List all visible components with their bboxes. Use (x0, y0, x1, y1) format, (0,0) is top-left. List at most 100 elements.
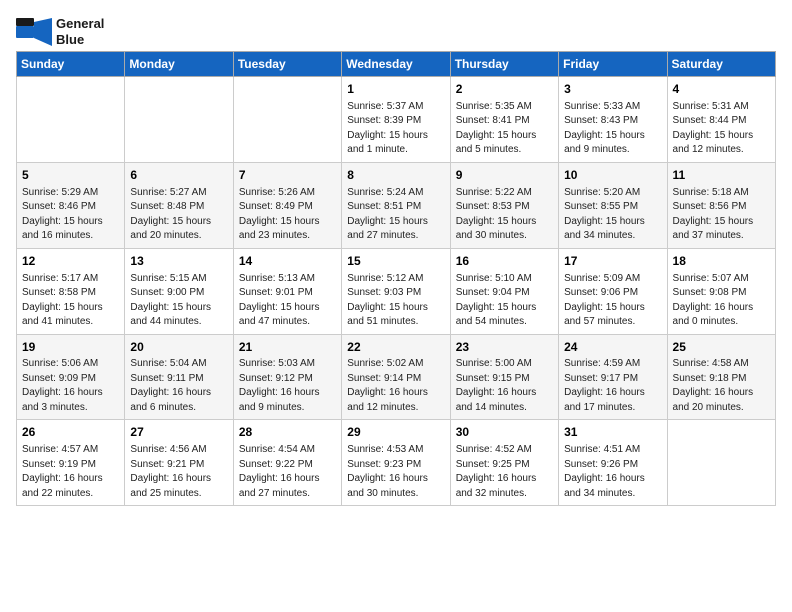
day-number: 23 (456, 339, 553, 356)
day-info: Sunrise: 5:17 AM Sunset: 8:58 PM Dayligh… (22, 272, 119, 330)
day-info: Sunrise: 4:52 AM Sunset: 9:25 PM Dayligh… (456, 443, 553, 501)
day-info: Sunrise: 5:07 AM Sunset: 9:08 PM Dayligh… (673, 272, 770, 330)
day-info: Sunrise: 5:04 AM Sunset: 9:11 PM Dayligh… (130, 357, 227, 415)
day-info: Sunrise: 5:26 AM Sunset: 8:49 PM Dayligh… (239, 186, 336, 244)
day-number: 9 (456, 167, 553, 184)
empty-cell (667, 420, 775, 506)
day-info: Sunrise: 4:56 AM Sunset: 9:21 PM Dayligh… (130, 443, 227, 501)
day-info: Sunrise: 5:29 AM Sunset: 8:46 PM Dayligh… (22, 186, 119, 244)
day-number: 16 (456, 253, 553, 270)
calendar-table: SundayMondayTuesdayWednesdayThursdayFrid… (16, 51, 776, 506)
week-row-4: 19Sunrise: 5:06 AM Sunset: 9:09 PM Dayli… (17, 334, 776, 420)
day-cell-26: 26Sunrise: 4:57 AM Sunset: 9:19 PM Dayli… (17, 420, 125, 506)
day-cell-13: 13 Sunrise: 5:15 AM Sunset: 9:00 PM Dayli… (125, 248, 233, 334)
day-number: 10 (564, 167, 661, 184)
day-info: Sunrise: 4:51 AM Sunset: 9:26 PM Dayligh… (564, 443, 661, 501)
day-cell-5: 5 Sunrise: 5:29 AM Sunset: 8:46 PM Daylig… (17, 162, 125, 248)
day-info: Sunrise: 5:09 AM Sunset: 9:06 PM Dayligh… (564, 272, 661, 330)
day-cell-24: 24Sunrise: 4:59 AM Sunset: 9:17 PM Dayli… (559, 334, 667, 420)
day-number: 8 (347, 167, 444, 184)
day-number: 20 (130, 339, 227, 356)
week-row-2: 5 Sunrise: 5:29 AM Sunset: 8:46 PM Daylig… (17, 162, 776, 248)
empty-cell (17, 77, 125, 163)
weekday-friday: Friday (559, 52, 667, 77)
day-cell-15: 15 Sunrise: 5:12 AM Sunset: 9:03 PM Dayli… (342, 248, 450, 334)
day-cell-22: 22Sunrise: 5:02 AM Sunset: 9:14 PM Dayli… (342, 334, 450, 420)
day-number: 5 (22, 167, 119, 184)
day-info: Sunrise: 5:20 AM Sunset: 8:55 PM Dayligh… (564, 186, 661, 244)
day-cell-8: 8 Sunrise: 5:24 AM Sunset: 8:51 PM Daylig… (342, 162, 450, 248)
day-info: Sunrise: 4:58 AM Sunset: 9:18 PM Dayligh… (673, 357, 770, 415)
day-number: 2 (456, 81, 553, 98)
day-info: Sunrise: 5:18 AM Sunset: 8:56 PM Dayligh… (673, 186, 770, 244)
logo-icon (16, 18, 52, 46)
day-info: Sunrise: 5:00 AM Sunset: 9:15 PM Dayligh… (456, 357, 553, 415)
day-info: Sunrise: 5:02 AM Sunset: 9:14 PM Dayligh… (347, 357, 444, 415)
day-cell-3: 3 Sunrise: 5:33 AM Sunset: 8:43 PM Daylig… (559, 77, 667, 163)
day-number: 15 (347, 253, 444, 270)
day-number: 13 (130, 253, 227, 270)
day-info: Sunrise: 5:37 AM Sunset: 8:39 PM Dayligh… (347, 100, 444, 158)
logo: General Blue (16, 16, 104, 47)
day-cell-17: 17 Sunrise: 5:09 AM Sunset: 9:06 PM Dayli… (559, 248, 667, 334)
weekday-wednesday: Wednesday (342, 52, 450, 77)
day-cell-27: 27 Sunrise: 4:56 AM Sunset: 9:21 PM Dayli… (125, 420, 233, 506)
day-cell-16: 16 Sunrise: 5:10 AM Sunset: 9:04 PM Dayli… (450, 248, 558, 334)
day-cell-25: 25Sunrise: 4:58 AM Sunset: 9:18 PM Dayli… (667, 334, 775, 420)
day-number: 17 (564, 253, 661, 270)
weekday-sunday: Sunday (17, 52, 125, 77)
day-info: Sunrise: 5:10 AM Sunset: 9:04 PM Dayligh… (456, 272, 553, 330)
day-number: 30 (456, 424, 553, 441)
day-cell-19: 19Sunrise: 5:06 AM Sunset: 9:09 PM Dayli… (17, 334, 125, 420)
day-info: Sunrise: 4:59 AM Sunset: 9:17 PM Dayligh… (564, 357, 661, 415)
day-info: Sunrise: 5:22 AM Sunset: 8:53 PM Dayligh… (456, 186, 553, 244)
day-cell-29: 29 Sunrise: 4:53 AM Sunset: 9:23 PM Dayli… (342, 420, 450, 506)
day-cell-21: 21Sunrise: 5:03 AM Sunset: 9:12 PM Dayli… (233, 334, 341, 420)
weekday-monday: Monday (125, 52, 233, 77)
day-cell-10: 10 Sunrise: 5:20 AM Sunset: 8:55 PM Dayli… (559, 162, 667, 248)
day-info: Sunrise: 4:57 AM Sunset: 9:19 PM Dayligh… (22, 443, 119, 501)
day-number: 11 (673, 167, 770, 184)
day-cell-1: 1 Sunrise: 5:37 AM Sunset: 8:39 PM Daylig… (342, 77, 450, 163)
day-number: 7 (239, 167, 336, 184)
day-info: Sunrise: 5:24 AM Sunset: 8:51 PM Dayligh… (347, 186, 444, 244)
day-number: 31 (564, 424, 661, 441)
weekday-header-row: SundayMondayTuesdayWednesdayThursdayFrid… (17, 52, 776, 77)
day-cell-11: 11 Sunrise: 5:18 AM Sunset: 8:56 PM Dayli… (667, 162, 775, 248)
weekday-saturday: Saturday (667, 52, 775, 77)
logo-text: General Blue (56, 16, 104, 47)
weekday-thursday: Thursday (450, 52, 558, 77)
day-cell-28: 28Sunrise: 4:54 AM Sunset: 9:22 PM Dayli… (233, 420, 341, 506)
week-row-3: 12 Sunrise: 5:17 AM Sunset: 8:58 PM Dayli… (17, 248, 776, 334)
day-number: 1 (347, 81, 444, 98)
day-number: 22 (347, 339, 444, 356)
day-number: 18 (673, 253, 770, 270)
day-cell-20: 20Sunrise: 5:04 AM Sunset: 9:11 PM Dayli… (125, 334, 233, 420)
day-info: Sunrise: 5:33 AM Sunset: 8:43 PM Dayligh… (564, 100, 661, 158)
day-number: 3 (564, 81, 661, 98)
day-cell-9: 9 Sunrise: 5:22 AM Sunset: 8:53 PM Daylig… (450, 162, 558, 248)
empty-cell (125, 77, 233, 163)
day-info: Sunrise: 4:53 AM Sunset: 9:23 PM Dayligh… (347, 443, 444, 501)
day-info: Sunrise: 5:31 AM Sunset: 8:44 PM Dayligh… (673, 100, 770, 158)
day-number: 24 (564, 339, 661, 356)
day-cell-4: 4Sunrise: 5:31 AM Sunset: 8:44 PM Daylig… (667, 77, 775, 163)
day-number: 29 (347, 424, 444, 441)
day-number: 12 (22, 253, 119, 270)
day-info: Sunrise: 5:12 AM Sunset: 9:03 PM Dayligh… (347, 272, 444, 330)
day-cell-14: 14Sunrise: 5:13 AM Sunset: 9:01 PM Dayli… (233, 248, 341, 334)
week-row-5: 26Sunrise: 4:57 AM Sunset: 9:19 PM Dayli… (17, 420, 776, 506)
day-info: Sunrise: 5:13 AM Sunset: 9:01 PM Dayligh… (239, 272, 336, 330)
empty-cell (233, 77, 341, 163)
day-info: Sunrise: 5:15 AM Sunset: 9:00 PM Dayligh… (130, 272, 227, 330)
day-number: 27 (130, 424, 227, 441)
day-info: Sunrise: 5:06 AM Sunset: 9:09 PM Dayligh… (22, 357, 119, 415)
day-cell-23: 23Sunrise: 5:00 AM Sunset: 9:15 PM Dayli… (450, 334, 558, 420)
day-cell-12: 12 Sunrise: 5:17 AM Sunset: 8:58 PM Dayli… (17, 248, 125, 334)
day-info: Sunrise: 5:27 AM Sunset: 8:48 PM Dayligh… (130, 186, 227, 244)
day-cell-2: 2 Sunrise: 5:35 AM Sunset: 8:41 PM Daylig… (450, 77, 558, 163)
day-cell-6: 6 Sunrise: 5:27 AM Sunset: 8:48 PM Daylig… (125, 162, 233, 248)
day-info: Sunrise: 5:35 AM Sunset: 8:41 PM Dayligh… (456, 100, 553, 158)
day-number: 21 (239, 339, 336, 356)
day-number: 6 (130, 167, 227, 184)
